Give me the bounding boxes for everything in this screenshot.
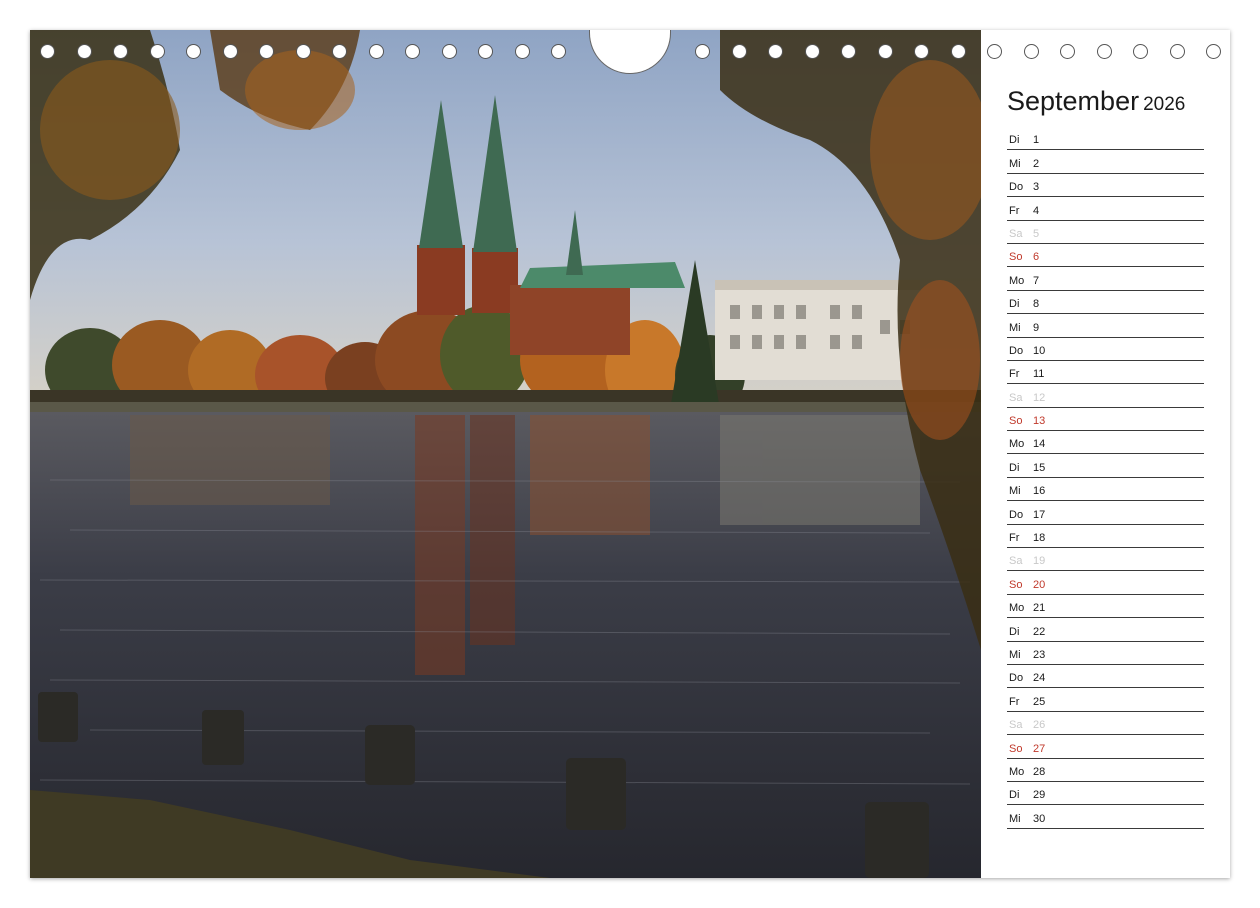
lake-cathedral-photo [30,30,981,878]
weekday-label: Sa [1009,227,1023,240]
day-number: 22 [1033,625,1046,638]
weekday-label: Fr [1009,368,1020,381]
day-row: Do 17 [1007,501,1204,525]
day-number: 1 [1033,134,1040,147]
day-number: 27 [1033,742,1046,755]
weekday-label: So [1009,578,1023,591]
weekday-label: So [1009,742,1023,755]
weekday-label: Fr [1009,695,1020,708]
day-number: 8 [1033,298,1040,311]
day-row: Sa 19 [1007,548,1204,572]
weekday-label: Mi [1009,485,1021,498]
day-number: 3 [1033,181,1040,194]
day-row: Fr 4 [1007,197,1204,221]
day-number: 21 [1033,602,1046,615]
day-number: 19 [1033,555,1046,568]
day-row: Mi 9 [1007,314,1204,338]
day-number: 25 [1033,695,1046,708]
day-row: Mo 28 [1007,759,1204,782]
weekday-label: Fr [1009,532,1020,545]
day-row: Fr 11 [1007,361,1204,385]
day-number: 11 [1033,368,1045,381]
day-list: Di 1 Mi 2 Do 3 Fr 4 Sa 5 So 6 Mo 7 Di 8 Mi 9 Do 10 Fr 11 Sa 12 S… [1007,127,1204,829]
day-row: Mi 30 [1007,805,1204,829]
day-row: Di 29 [1007,782,1204,806]
day-number: 15 [1033,461,1046,474]
weekday-label: Mi [1009,648,1021,661]
day-number: 17 [1033,508,1046,521]
day-row: Di 1 [1007,127,1204,151]
day-row: Mi 2 [1007,150,1204,174]
day-number: 6 [1033,251,1040,264]
weekday-label: Mi [1009,812,1021,825]
calendar-column: September 2026 Di 1 Mi 2 Do 3 Fr 4 Sa 5 So 6 Mo 7 Di 8 Mi… [981,30,1230,878]
month-name: September [1007,86,1140,116]
day-row: Sa 5 [1007,221,1204,244]
weekday-label: Mo [1009,765,1025,778]
weekday-label: Mi [1009,321,1021,334]
day-row: Di 22 [1007,618,1204,642]
weekday-label: Mo [1009,438,1025,451]
day-row: Mo 21 [1007,595,1204,619]
weekday-label: Mi [1009,157,1021,170]
day-number: 30 [1033,812,1046,825]
weekday-label: Do [1009,672,1024,685]
weekday-label: So [1009,415,1023,428]
day-number: 4 [1033,204,1040,217]
weekday-label: Di [1009,789,1020,802]
day-row: Fr 25 [1007,688,1204,712]
weekday-label: Di [1009,134,1020,147]
weekday-label: Do [1009,181,1024,194]
weekday-label: Di [1009,461,1020,474]
day-number: 23 [1033,648,1046,661]
weekday-label: So [1009,251,1023,264]
weekday-label: Fr [1009,204,1020,217]
day-row: Mo 7 [1007,267,1204,291]
day-row: So 20 [1007,571,1204,595]
day-number: 20 [1033,578,1046,591]
day-row: Fr 18 [1007,525,1204,549]
day-row: Di 8 [1007,291,1204,315]
weekday-label: Mo [1009,602,1025,615]
day-number: 16 [1033,485,1046,498]
weekday-label: Do [1009,508,1024,521]
weekday-label: Sa [1009,555,1023,568]
photo-illustration [30,30,981,878]
day-number: 18 [1033,532,1046,545]
day-row: Mi 23 [1007,642,1204,665]
day-number: 5 [1033,227,1040,240]
day-row: Do 10 [1007,338,1204,361]
day-row: Sa 12 [1007,384,1204,408]
day-number: 26 [1033,719,1046,732]
day-number: 9 [1033,321,1040,334]
day-row: Sa 26 [1007,712,1204,736]
weekday-label: Sa [1009,719,1023,732]
day-row: Mo 14 [1007,431,1204,455]
day-number: 2 [1033,157,1040,170]
weekday-label: Mo [1009,274,1025,287]
day-row: Di 15 [1007,454,1204,478]
day-number: 12 [1033,391,1046,404]
day-row: Do 24 [1007,665,1204,689]
weekday-label: Do [1009,344,1024,357]
year: 2026 [1143,94,1186,115]
weekday-label: Sa [1009,391,1023,404]
weekday-label: Di [1009,625,1020,638]
day-number: 13 [1033,415,1046,428]
day-number: 10 [1033,344,1046,357]
month-title: September 2026 [1007,86,1185,117]
day-number: 24 [1033,672,1046,685]
calendar-page: September 2026 Di 1 Mi 2 Do 3 Fr 4 Sa 5 So 6 Mo 7 Di 8 Mi… [30,30,1230,878]
day-row: So 13 [1007,408,1204,432]
day-number: 29 [1033,789,1046,802]
day-number: 28 [1033,765,1046,778]
day-row: Do 3 [1007,174,1204,198]
day-row: Mi 16 [1007,478,1204,502]
day-number: 7 [1033,274,1040,287]
day-row: So 27 [1007,735,1204,759]
day-number: 14 [1033,438,1046,451]
day-row: So 6 [1007,244,1204,268]
weekday-label: Di [1009,298,1020,311]
